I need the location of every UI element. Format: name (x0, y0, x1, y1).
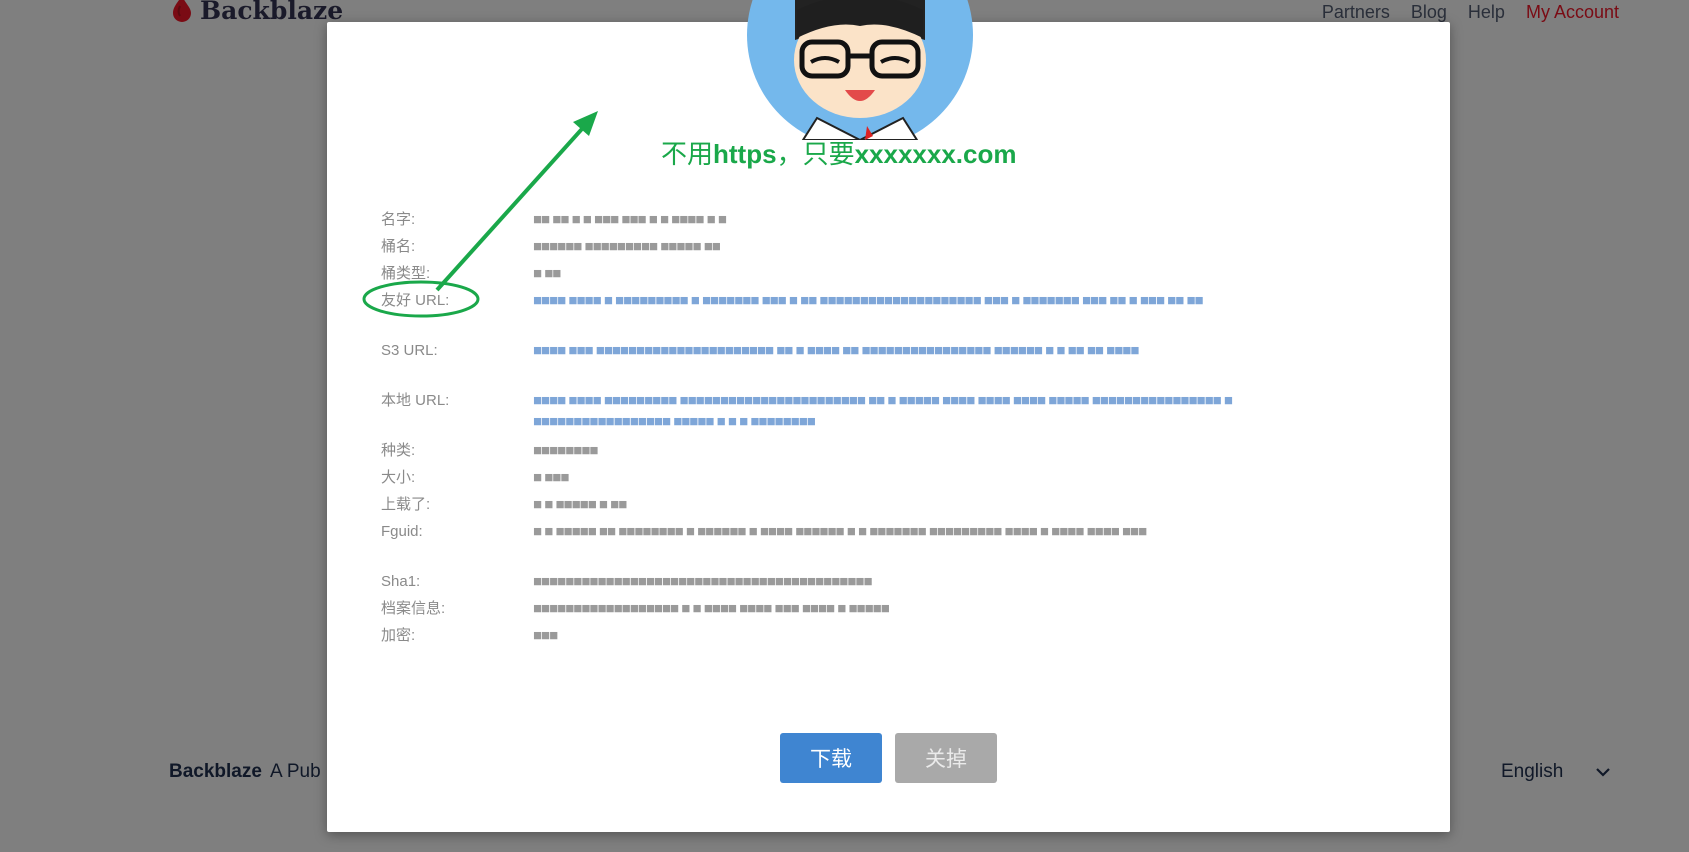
prop-label: 档案信息: (381, 600, 446, 617)
prop-size: 大小: ■ ■■■ (381, 464, 1401, 491)
annotation-en-2: xxxxxxx.com (854, 139, 1017, 169)
native-url-link[interactable]: ■■■■ ■■■■ ■■■■■■■■■ ■■■■■■■■■■■■■■■■■■■■… (533, 387, 1233, 437)
prop-native-url: 本地 URL: ■■■■ ■■■■ ■■■■■■■■■ ■■■■■■■■■■■■… (381, 387, 1401, 437)
prop-value: ■ ■ ■■■■■ ■■ ■■■■■■■■ ■ ■■■■■■ ■ ■■■■ ■■… (533, 523, 1147, 540)
annotation-en-1: https (713, 139, 777, 169)
prop-label: 加密: (381, 627, 416, 644)
prop-label: 上载了: (381, 496, 431, 513)
prop-type: 种类: ■■■■■■■■ (381, 437, 1401, 464)
prop-label: 名字: (381, 211, 416, 228)
prop-label: 本地 URL: (381, 392, 450, 409)
prop-label: Fguid: (381, 523, 423, 540)
prop-value: ■■■■■■■■■■■■■■■■■■■■■■■■■■■■■■■■■■■■■■■■… (533, 573, 873, 590)
prop-encryption: 加密: ■■■ (381, 622, 1401, 649)
annotation-cn-2: ，只要 (776, 139, 855, 169)
prop-s3-url: S3 URL: ■■■■ ■■■ ■■■■■■■■■■■■■■■■■■■■■■ … (381, 337, 1401, 387)
brand-name: Backblaze (200, 0, 344, 25)
prop-value: ■■■■■■■■ (533, 442, 598, 459)
prop-bucket-type: 桶类型: ■ ■■ (381, 260, 1401, 287)
prop-label: Sha1: (381, 573, 421, 590)
language-selector[interactable]: English (1501, 761, 1611, 783)
s3-url-link[interactable]: ■■■■ ■■■ ■■■■■■■■■■■■■■■■■■■■■■ ■■ ■ ■■■… (533, 337, 1233, 387)
prop-label: 大小: (381, 469, 416, 486)
prop-value: ■■■■■■■■■■■■■■■■■■ ■ ■ ■■■■ ■■■■ ■■■ ■■■… (533, 600, 890, 617)
prop-value: ■ ■■■ (533, 469, 569, 486)
prop-friendly-url: 友好 URL: ■■■■ ■■■■ ■ ■■■■■■■■■ ■ ■■■■■■■ … (381, 287, 1401, 337)
file-details-modal: 不用https，只要xxxxxxx.com 名字: ■■ ■■ ■ ■ ■■■ … (327, 0, 1450, 832)
nav-blog[interactable]: Blog (1411, 2, 1447, 23)
backblaze-logo[interactable]: Backblaze (170, 0, 343, 27)
prop-label: 种类: (381, 442, 416, 459)
prop-sha1: Sha1: ■■■■■■■■■■■■■■■■■■■■■■■■■■■■■■■■■■… (381, 568, 1401, 595)
prop-value: ■ ■■ (533, 265, 561, 282)
footer-brand: Backblaze A Pub (169, 761, 321, 783)
nav-partners[interactable]: Partners (1322, 2, 1390, 23)
prop-value: ■ ■ ■■■■■ ■ ■■ (533, 496, 627, 513)
prop-value: ■■■■■■ ■■■■■■■■■ ■■■■■ ■■ (533, 238, 721, 255)
avatar-image (747, 0, 973, 140)
prop-fguid: Fguid: ■ ■ ■■■■■ ■■ ■■■■■■■■ ■ ■■■■■■ ■ … (381, 518, 1401, 568)
language-label: English (1501, 761, 1564, 782)
prop-uploaded: 上载了: ■ ■ ■■■■■ ■ ■■ (381, 491, 1401, 518)
annotation-text: 不用https，只要xxxxxxx.com (661, 134, 1016, 171)
footer-brand-name: Backblaze (169, 761, 262, 782)
top-navigation: Partners Blog Help My Account (1322, 2, 1619, 23)
prop-bucket: 桶名: ■■■■■■ ■■■■■■■■■ ■■■■■ ■■ (381, 233, 1401, 260)
prop-label: 友好 URL: (381, 292, 450, 309)
close-button[interactable]: 关掉 (895, 733, 997, 783)
annotation-cn-1: 不用 (661, 139, 714, 169)
footer-tagline: A Pub (269, 761, 321, 782)
prop-file-info: 档案信息: ■■■■■■■■■■■■■■■■■■ ■ ■ ■■■■ ■■■■ ■… (381, 595, 1401, 622)
prop-label: 桶名: (381, 238, 416, 255)
download-button[interactable]: 下载 (780, 733, 882, 783)
prop-label: 桶类型: (381, 265, 431, 282)
prop-value: ■■ ■■ ■ ■ ■■■ ■■■ ■ ■ ■■■■ ■ ■ (533, 211, 727, 228)
prop-value: ■■■ (533, 627, 558, 644)
nav-my-account[interactable]: My Account (1526, 2, 1619, 23)
friendly-url-link[interactable]: ■■■■ ■■■■ ■ ■■■■■■■■■ ■ ■■■■■■■ ■■■ ■ ■■… (533, 287, 1233, 337)
file-properties: 名字: ■■ ■■ ■ ■ ■■■ ■■■ ■ ■ ■■■■ ■ ■ 桶名: ■… (381, 206, 1401, 649)
prop-name: 名字: ■■ ■■ ■ ■ ■■■ ■■■ ■ ■ ■■■■ ■ ■ (381, 206, 1401, 233)
backblaze-flame-icon (170, 0, 194, 27)
nav-help[interactable]: Help (1468, 2, 1505, 23)
prop-label: S3 URL: (381, 342, 438, 359)
chevron-down-icon (1595, 761, 1611, 783)
